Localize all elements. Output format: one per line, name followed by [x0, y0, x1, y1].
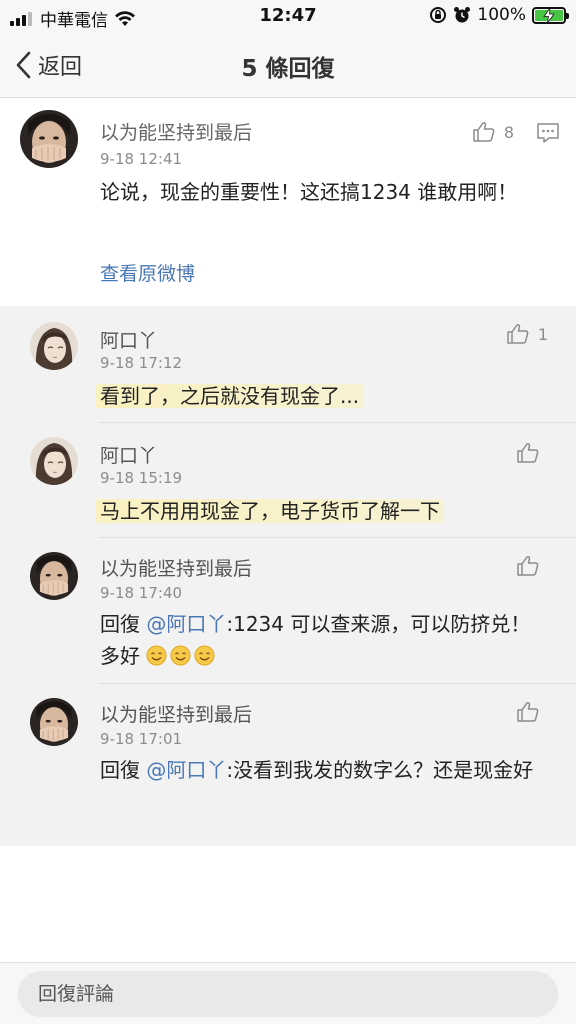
smile-emoji-icon — [146, 645, 167, 666]
like-button[interactable] — [516, 554, 548, 578]
avatar[interactable] — [30, 322, 78, 370]
reply-prefix: 回復 — [100, 758, 140, 782]
avatar-image — [30, 322, 78, 370]
reply-prefix: 回復 — [100, 612, 140, 636]
alarm-icon — [454, 7, 471, 23]
avatar[interactable] — [30, 698, 78, 746]
avatar[interactable] — [20, 110, 78, 168]
avatar-image — [20, 110, 78, 168]
thumbs-up-icon — [507, 323, 529, 344]
page-title: 5 條回復 — [241, 56, 335, 82]
reply-text: 马上不用用现金了，电子货币了解一下 — [96, 495, 540, 527]
comment-time: 9-18 12:41 — [100, 150, 183, 168]
comment-composer: 回復評論 — [0, 962, 576, 1024]
avatar-image — [30, 552, 78, 600]
thumbs-up-icon — [517, 701, 539, 722]
author-name[interactable]: 以为能坚持到最后 — [100, 554, 252, 581]
status-bar: 中華電信 12:47 100% — [0, 0, 576, 32]
reply-item: 阿口丫 9-18 17:12 1 看到了，之后就没有现金了... — [0, 306, 576, 423]
reply-item: 以为能坚持到最后 9-18 17:40 回復 @阿口丫:1234 可以查来源，可… — [0, 538, 576, 684]
like-button[interactable] — [516, 700, 548, 724]
like-button[interactable]: 1 — [506, 322, 548, 346]
thumbs-up-icon — [517, 555, 539, 576]
view-original-link[interactable]: 查看原微博 — [100, 259, 195, 286]
thumbs-up-icon — [517, 442, 539, 463]
author-name[interactable]: 阿口丫 — [100, 326, 157, 353]
mention-link[interactable]: @阿口丫 — [146, 612, 226, 636]
author-name[interactable]: 以为能坚持到最后 — [100, 700, 252, 727]
comment-text: 论说，现金的重要性！这还搞1234 谁敢用啊！ — [100, 180, 518, 204]
avatar-image — [30, 437, 78, 485]
replies-list: 阿口丫 9-18 17:12 1 看到了，之后就没有现金了... 阿口丫 9-1… — [0, 306, 576, 846]
author-name[interactable]: 以为能坚持到最后 — [100, 118, 252, 145]
reply-input[interactable]: 回復評論 — [18, 971, 558, 1017]
battery-charging-icon — [532, 6, 569, 24]
reply-time: 9-18 17:40 — [100, 584, 183, 602]
reply-text: 回復 @阿口丫:没看到我发的数字么？还是现金好 — [100, 754, 550, 786]
thumbs-up-icon — [473, 121, 495, 142]
smile-emoji-icon — [170, 645, 191, 666]
reply-time: 9-18 15:19 — [100, 469, 183, 487]
nav-bar: 返回 5 條回復 — [0, 32, 576, 98]
like-count: 8 — [503, 122, 514, 142]
smile-emoji-icon — [194, 645, 215, 666]
like-count: 1 — [537, 324, 548, 344]
like-button[interactable]: 8 — [472, 120, 514, 144]
reply-item: 以为能坚持到最后 9-18 17:01 回復 @阿口丫:没看到我发的数字么？还是… — [0, 684, 576, 834]
avatar-image — [30, 698, 78, 746]
reply-time: 9-18 17:01 — [100, 730, 183, 748]
reply-text: 回復 @阿口丫:1234 可以查来源，可以防挤兑！多好 — [100, 608, 540, 672]
avatar[interactable] — [30, 552, 78, 600]
highlighted-text: 马上不用用现金了，电子货币了解一下 — [96, 499, 444, 523]
like-button[interactable] — [516, 441, 548, 465]
author-name[interactable]: 阿口丫 — [100, 441, 157, 468]
reply-time: 9-18 17:12 — [100, 354, 183, 372]
comment-icon[interactable] — [536, 122, 560, 144]
battery-percent: 100% — [477, 5, 526, 25]
reply-body: :没看到我发的数字么？还是现金好 — [226, 758, 534, 782]
rotation-lock-icon — [430, 7, 447, 23]
avatar[interactable] — [30, 437, 78, 485]
original-comment: 以为能坚持到最后 9-18 12:41 8 论说，现金的重要性！这还搞1234 … — [0, 98, 576, 306]
highlighted-text: 看到了，之后就没有现金了... — [96, 384, 364, 408]
mention-link[interactable]: @阿口丫 — [146, 758, 226, 782]
reply-item: 阿口丫 9-18 15:19 马上不用用现金了，电子货币了解一下 — [0, 423, 576, 538]
reply-text: 看到了，之后就没有现金了... — [96, 380, 540, 412]
